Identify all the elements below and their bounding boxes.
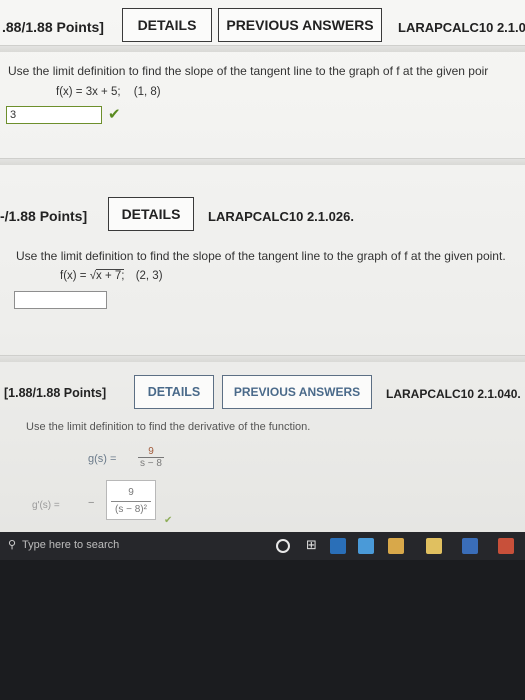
question-3-code: LARAPCALC10 2.1.040. bbox=[386, 387, 521, 401]
question-2-answer-input[interactable] bbox=[14, 291, 107, 309]
question-2-header: -/1.88 Points] DETAILS LARAPCALC10 2.1.0… bbox=[0, 197, 525, 237]
cortana-icon[interactable] bbox=[276, 539, 290, 553]
question-3-header: [1.88/1.88 Points] DETAILS PREVIOUS ANSW… bbox=[0, 375, 525, 415]
powerpoint-icon[interactable] bbox=[498, 538, 514, 554]
question-3-points: [1.88/1.88 Points] bbox=[4, 386, 107, 400]
question-1-points: .88/1.88 Points] bbox=[2, 19, 104, 35]
correct-check-icon: ✔ bbox=[108, 106, 121, 123]
question-3-details-button[interactable]: DETAILS bbox=[134, 375, 214, 409]
question-3-prompt: Use the limit definition to find the der… bbox=[26, 421, 311, 433]
store-icon[interactable] bbox=[426, 538, 442, 554]
chrome-icon[interactable] bbox=[358, 538, 374, 554]
taskbar-search-input[interactable]: Type here to search bbox=[22, 539, 119, 551]
task-view-icon[interactable]: ⊞ bbox=[306, 537, 317, 553]
question-3-derivative-sign: − bbox=[88, 497, 95, 509]
search-icon: ⚲ bbox=[8, 539, 17, 551]
divider bbox=[0, 158, 525, 165]
divider bbox=[0, 355, 525, 362]
question-3-function-label: g(s) = bbox=[88, 453, 117, 465]
question-1-details-button[interactable]: DETAILS bbox=[122, 8, 212, 42]
taskbar: ⚲ Type here to search ⊞ bbox=[0, 532, 525, 560]
question-1-prompt: Use the limit definition to find the slo… bbox=[8, 64, 489, 78]
question-1-code: LARAPCALC10 2.1.0 bbox=[398, 20, 525, 35]
question-1-function: f(x) = 3x + 5; (1, 8) bbox=[56, 86, 161, 98]
question-1-previous-answers-button[interactable]: PREVIOUS ANSWERS bbox=[218, 8, 382, 42]
question-3-derivative-label: g'(s) = bbox=[32, 500, 60, 511]
question-2-details-button[interactable]: DETAILS bbox=[108, 197, 194, 231]
question-2-prompt: Use the limit definition to find the slo… bbox=[16, 249, 506, 263]
question-2-points: -/1.88 Points] bbox=[0, 208, 88, 224]
question-1-header: .88/1.88 Points] DETAILS PREVIOUS ANSWER… bbox=[0, 8, 525, 48]
word-icon[interactable] bbox=[462, 538, 478, 554]
question-1-answer-input[interactable]: 3 bbox=[6, 106, 102, 124]
divider bbox=[0, 45, 525, 52]
question-3-function-fraction: 9 s − 8 bbox=[138, 446, 164, 469]
question-3-previous-answers-button[interactable]: PREVIOUS ANSWERS bbox=[222, 375, 372, 409]
question-3-answer-input[interactable]: 9 (s − 8)² bbox=[106, 480, 156, 520]
edge-icon[interactable] bbox=[330, 538, 346, 554]
browser-page: .88/1.88 Points] DETAILS PREVIOUS ANSWER… bbox=[0, 0, 525, 532]
correct-check-icon: ✔ bbox=[164, 515, 173, 526]
question-2-code: LARAPCALC10 2.1.026. bbox=[208, 209, 354, 224]
question-2-function: f(x) = √x + 7; (2, 3) bbox=[60, 269, 163, 282]
file-explorer-icon[interactable] bbox=[388, 538, 404, 554]
